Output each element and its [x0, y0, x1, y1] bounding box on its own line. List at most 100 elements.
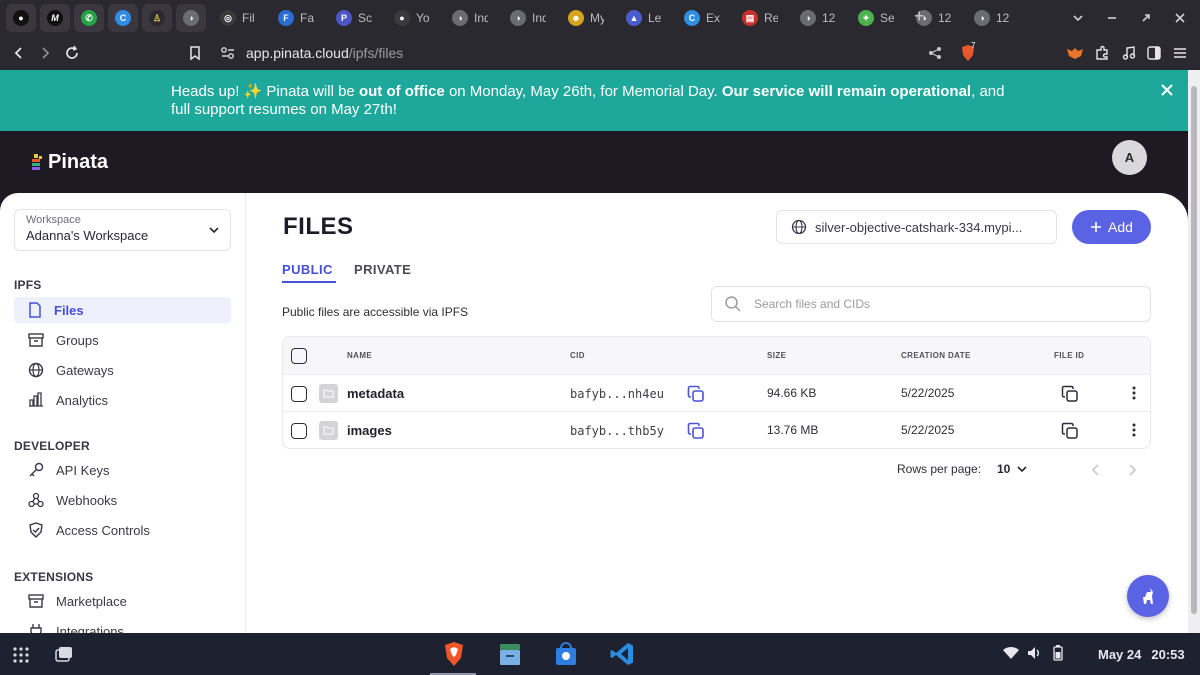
column-header-creation-date[interactable]: CREATION DATE	[901, 351, 971, 360]
file-name[interactable]: metadata	[347, 386, 404, 401]
pinned-tab-globe[interactable]: ◑	[176, 4, 206, 32]
file-name[interactable]: images	[347, 423, 392, 438]
announcement-banner: Heads up! ✨ Pinata will be out of office…	[0, 70, 1188, 131]
more-options-icon[interactable]	[1132, 385, 1136, 401]
chevron-down-icon[interactable]	[1072, 12, 1084, 24]
browser-tab[interactable]: ☻ My	[562, 4, 620, 32]
banner-close-icon[interactable]	[1160, 83, 1174, 97]
add-button[interactable]: Add	[1072, 210, 1151, 244]
back-icon[interactable]	[12, 46, 26, 60]
help-chat-button[interactable]	[1127, 575, 1169, 617]
pinned-tab-chrome-app[interactable]: C	[108, 4, 138, 32]
browser-tab[interactable]: ◎ Fil	[214, 4, 272, 32]
previous-page-icon[interactable]	[1091, 464, 1101, 476]
github-icon: ●	[13, 10, 29, 26]
sidebar-item-integrations[interactable]: Integrations	[14, 618, 231, 633]
brave-wallet-icon[interactable]	[1066, 46, 1084, 60]
browser-tab[interactable]: ◑ Ind	[504, 4, 562, 32]
copy-file-id-icon[interactable]	[1061, 422, 1079, 440]
menu-icon[interactable]	[1172, 45, 1188, 61]
brave-shields-icon[interactable]: 7	[960, 41, 976, 62]
pinned-tab-whatsapp[interactable]: ✆	[74, 4, 104, 32]
plus-icon	[1091, 222, 1102, 232]
pinata-logo[interactable]: Pinata	[30, 151, 108, 174]
share-icon[interactable]	[928, 46, 942, 60]
site-settings-icon[interactable]	[220, 46, 236, 60]
workspace-selector[interactable]: Workspace Adanna's Workspace	[14, 209, 231, 251]
banner-line-1: Heads up! ✨ Pinata will be out of office…	[171, 83, 1005, 100]
sidebar-item-marketplace[interactable]: Marketplace	[14, 588, 231, 614]
minimize-icon[interactable]	[1106, 12, 1118, 24]
next-page-icon[interactable]	[1127, 464, 1137, 476]
browser-tab[interactable]: ▲ Let	[620, 4, 678, 32]
browser-tab[interactable]: ◑ 12	[794, 4, 852, 32]
browser-tab[interactable]: ▤ Re	[736, 4, 794, 32]
gateway-selector[interactable]: silver-objective-catshark-334.mypi...	[776, 210, 1057, 244]
sidebar-item-gateways[interactable]: Gateways	[14, 357, 231, 383]
pinned-tab-github[interactable]: ●	[6, 4, 36, 32]
browser-tab[interactable]: C Ex	[678, 4, 736, 32]
more-options-icon[interactable]	[1132, 422, 1136, 438]
sidebar-item-api-keys[interactable]: API Keys	[14, 457, 231, 483]
sidebar-item-access-controls[interactable]: Access Controls	[14, 517, 231, 543]
sidebar-item-analytics[interactable]: Analytics	[14, 387, 231, 413]
browser-tab[interactable]: ◑ Ind	[446, 4, 504, 32]
vscode-icon[interactable]	[609, 641, 635, 667]
copy-cid-icon[interactable]	[687, 385, 705, 403]
copy-cid-icon[interactable]	[687, 422, 705, 440]
pinned-tab-medium[interactable]: M	[40, 4, 70, 32]
column-header-file-id[interactable]: FILE ID	[1054, 351, 1084, 360]
extensions-icon[interactable]	[1094, 45, 1110, 61]
scrollbar-thumb[interactable]	[1191, 86, 1197, 614]
app-icon: C	[115, 10, 131, 26]
close-icon[interactable]	[1174, 12, 1186, 24]
software-store-icon[interactable]	[553, 641, 579, 667]
table-row[interactable]: images bafyb...thb5y 13.76 MB 5/22/2025	[283, 412, 1150, 448]
reload-icon[interactable]	[64, 45, 80, 61]
app-grid-icon[interactable]	[12, 646, 30, 664]
select-all-checkbox[interactable]	[291, 348, 307, 364]
sidebar-toggle-icon[interactable]	[1146, 45, 1162, 61]
brave-browser-icon[interactable]	[442, 641, 466, 667]
maximize-icon[interactable]	[1140, 12, 1152, 24]
sidebar-item-files[interactable]: Files	[14, 297, 231, 323]
search-input[interactable]: Search files and CIDs	[711, 286, 1151, 322]
page-scrollbar[interactable]	[1188, 70, 1200, 633]
tab-title: Yo	[416, 11, 430, 25]
new-tab-button[interactable]: +	[914, 6, 925, 27]
main-panel: Workspace Adanna's Workspace IPFS Files …	[0, 193, 1188, 633]
browser-tab[interactable]: ✦ Se	[852, 4, 910, 32]
url-host: app.pinata.cloud	[246, 45, 349, 61]
file-icon	[29, 302, 41, 318]
address-bar[interactable]: app.pinata.cloud/ipfs/files	[182, 40, 992, 66]
browser-tab[interactable]: P Sc	[330, 4, 388, 32]
avatar[interactable]: A	[1112, 140, 1147, 175]
forward-icon[interactable]	[38, 46, 52, 60]
browser-tab[interactable]: ◑ 12	[968, 4, 1026, 32]
sidebar-item-groups[interactable]: Groups	[14, 327, 231, 353]
files-app-icon[interactable]	[497, 641, 523, 667]
sidebar-item-webhooks[interactable]: Webhooks	[14, 487, 231, 513]
battery-icon[interactable]	[1053, 645, 1063, 661]
row-checkbox[interactable]	[291, 423, 307, 439]
wifi-icon[interactable]	[1003, 646, 1019, 660]
rows-per-page-select[interactable]: 10	[997, 462, 1028, 476]
window-switcher-icon[interactable]	[54, 644, 74, 664]
tab-private[interactable]: PRIVATE	[354, 262, 411, 277]
shield-badge: 7	[971, 41, 976, 50]
media-icon[interactable]	[1121, 45, 1137, 61]
column-header-name[interactable]: NAME	[347, 351, 372, 360]
tab-title: Fil	[242, 11, 255, 25]
pinned-tab-pinata[interactable]: ♙	[142, 4, 172, 32]
tab-public[interactable]: PUBLIC	[282, 262, 333, 277]
column-header-size[interactable]: SIZE	[767, 351, 786, 360]
table-row[interactable]: metadata bafyb...nh4eu 94.66 KB 5/22/202…	[283, 375, 1150, 412]
system-clock[interactable]: May 24 20:53	[1098, 647, 1185, 662]
copy-file-id-icon[interactable]	[1061, 385, 1079, 403]
browser-tab[interactable]: F Fav	[272, 4, 330, 32]
row-checkbox[interactable]	[291, 386, 307, 402]
volume-icon[interactable]	[1027, 646, 1043, 660]
column-header-cid[interactable]: CID	[570, 351, 585, 360]
browser-tab[interactable]: ● Yo	[388, 4, 446, 32]
globe-icon	[791, 219, 807, 235]
